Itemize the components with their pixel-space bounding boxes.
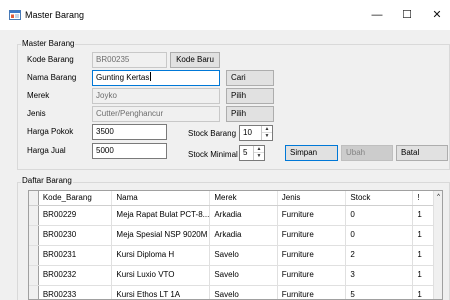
row-header[interactable] — [29, 265, 39, 286]
table-cell[interactable]: Furniture — [277, 285, 347, 299]
close-button[interactable]: ✕ — [424, 5, 450, 25]
nama-barang-field[interactable]: Gunting Kertas — [92, 70, 220, 86]
harga-pokok-field[interactable]: 3500 — [92, 124, 167, 140]
table-cell[interactable]: BR00231 — [38, 245, 113, 266]
row-header[interactable] — [29, 245, 39, 266]
merek-label: Merek — [27, 91, 50, 100]
row-header-corner — [29, 191, 39, 206]
harga-jual-label: Harga Jual — [27, 146, 66, 155]
table-row[interactable]: BR00230 Meja Spesial NSP 9020M Arkadia F… — [29, 225, 442, 246]
column-header[interactable]: Merek — [209, 191, 278, 206]
jenis-label: Jenis — [27, 109, 46, 118]
table-row[interactable]: BR00231 Kursi Diploma H Savelo Furniture… — [29, 245, 442, 266]
column-header[interactable]: Nama — [111, 191, 211, 206]
column-header[interactable]: Kode_Barang — [38, 191, 113, 206]
harga-pokok-label: Harga Pokok — [27, 127, 74, 136]
column-header[interactable]: Stock — [345, 191, 414, 206]
window-title: Master Barang — [25, 10, 85, 20]
table-cell[interactable]: Kursi Luxio VTO — [111, 265, 211, 286]
kode-barang-field[interactable]: BR00235 — [92, 52, 167, 68]
daftar-barang-group-title: Daftar Barang — [21, 176, 73, 186]
stock-barang-value: 10 — [243, 128, 252, 137]
table-header-row: Kode_Barang Nama Merek Jenis Stock ! — [29, 191, 442, 206]
jenis-pilih-button[interactable]: Pilih — [226, 106, 274, 122]
spin-up-icon[interactable]: ▲ — [254, 146, 264, 153]
table-cell[interactable]: Meja Spesial NSP 9020M — [111, 225, 211, 246]
maximize-button[interactable]: ☐ — [392, 5, 422, 25]
row-header[interactable] — [29, 285, 39, 299]
table-cell[interactable]: Furniture — [277, 205, 347, 226]
simpan-button[interactable]: Simpan — [285, 145, 338, 161]
table-cell[interactable]: BR00229 — [38, 205, 113, 226]
table-cell[interactable]: Furniture — [277, 265, 347, 286]
table-cell[interactable]: Savelo — [209, 265, 278, 286]
daftar-barang-grid[interactable]: Kode_Barang Nama Merek Jenis Stock ! BR0… — [28, 190, 443, 300]
table-cell[interactable]: Furniture — [277, 245, 347, 266]
table-row[interactable]: BR00229 Meja Rapat Bulat PCT-8... Arkadi… — [29, 205, 442, 226]
table-cell[interactable]: Arkadia — [209, 205, 278, 226]
spin-down-icon[interactable]: ▼ — [262, 133, 272, 140]
stock-minimal-label: Stock Minimal — [188, 150, 238, 159]
items-table: Kode_Barang Nama Merek Jenis Stock ! BR0… — [29, 191, 442, 299]
nama-barang-value: Gunting Kertas — [96, 73, 150, 82]
spin-up-icon[interactable]: ▲ — [262, 126, 272, 133]
scroll-up-icon[interactable]: ^ — [434, 193, 442, 201]
merek-field[interactable]: Joyko — [92, 88, 220, 104]
table-cell[interactable]: BR00232 — [38, 265, 113, 286]
table-cell[interactable]: 2 — [345, 245, 414, 266]
row-header[interactable] — [29, 225, 39, 246]
stock-minimal-spin-buttons: ▲ ▼ — [253, 146, 264, 160]
title-bar: Master Barang — ☐ ✕ — [0, 0, 450, 30]
table-cell[interactable]: 5 — [345, 285, 414, 299]
table-cell[interactable]: 3 — [345, 265, 414, 286]
stock-barang-spin-buttons: ▲ ▼ — [261, 126, 272, 140]
table-cell[interactable]: BR00230 — [38, 225, 113, 246]
table-cell[interactable]: Savelo — [209, 285, 278, 299]
kode-barang-label: Kode Barang — [27, 55, 74, 64]
stock-barang-stepper[interactable]: 10 ▲ ▼ — [239, 125, 273, 141]
table-cell[interactable]: Arkadia — [209, 225, 278, 246]
table-cell[interactable]: 0 — [345, 205, 414, 226]
column-header[interactable]: Jenis — [277, 191, 347, 206]
table-cell[interactable]: BR00233 — [38, 285, 113, 299]
table-cell[interactable]: 0 — [345, 225, 414, 246]
table-cell[interactable]: Kursi Diploma H — [111, 245, 211, 266]
app-form-icon — [9, 10, 21, 20]
kode-baru-button[interactable]: Kode Baru — [170, 52, 220, 68]
master-barang-group-title: Master Barang — [21, 39, 76, 49]
batal-button[interactable]: Batal — [396, 145, 448, 161]
stock-barang-label: Stock Barang — [188, 129, 237, 138]
ubah-button[interactable]: Ubah — [341, 145, 393, 161]
stock-minimal-value: 5 — [243, 148, 248, 157]
table-cell[interactable]: Meja Rapat Bulat PCT-8... — [111, 205, 211, 226]
table-row[interactable]: BR00233 Kursi Ethos LT 1A Savelo Furnitu… — [29, 285, 442, 299]
table-cell[interactable]: Furniture — [277, 225, 347, 246]
row-header[interactable] — [29, 205, 39, 226]
minimize-button[interactable]: — — [362, 5, 392, 25]
table-cell[interactable]: Savelo — [209, 245, 278, 266]
merek-pilih-button[interactable]: Pilih — [226, 88, 274, 104]
jenis-field[interactable]: Cutter/Penghancur — [92, 106, 220, 122]
nama-barang-label: Nama Barang — [27, 73, 77, 82]
harga-jual-field[interactable]: 5000 — [92, 143, 167, 159]
table-cell[interactable]: Kursi Ethos LT 1A — [111, 285, 211, 299]
vertical-scrollbar[interactable]: ^ — [433, 191, 442, 299]
table-row[interactable]: BR00232 Kursi Luxio VTO Savelo Furniture… — [29, 265, 442, 286]
text-caret — [150, 72, 152, 81]
stock-minimal-stepper[interactable]: 5 ▲ ▼ — [239, 145, 265, 161]
cari-button[interactable]: Cari — [226, 70, 274, 86]
spin-down-icon[interactable]: ▼ — [254, 153, 264, 160]
